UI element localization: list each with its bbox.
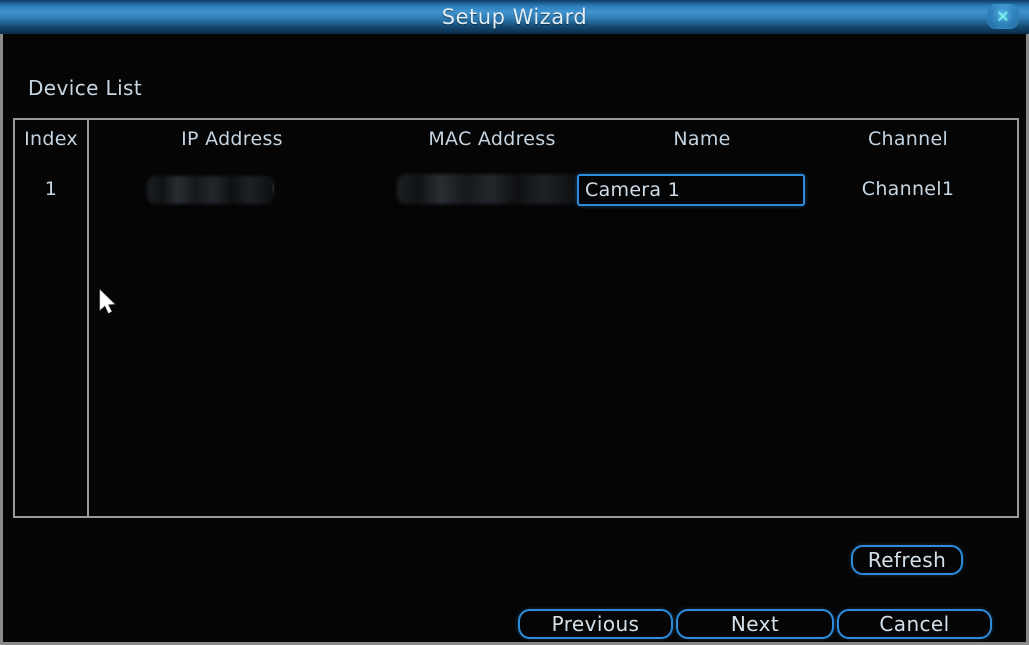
column-header-name: Name [673,128,731,150]
close-button[interactable]: ✕ [987,4,1019,29]
redaction-overlay-mac [397,174,579,204]
redaction-overlay-ip [147,176,275,204]
window-title: Setup Wizard [441,5,588,29]
title-bar: Setup Wizard ✕ [0,0,1029,34]
column-header-channel: Channel [867,128,949,150]
column-header-ip-address: IP Address [181,128,283,150]
section-title: Device List [28,76,143,100]
camera-name-input[interactable] [579,176,803,204]
camera-name-field-wrapper[interactable] [577,174,805,206]
device-list-table: Index IP Address MAC Address Name Channe… [13,118,1019,518]
cancel-button[interactable]: Cancel [837,609,992,639]
setup-wizard-window: Setup Wizard ✕ Device List Index IP Addr… [0,0,1029,645]
table-row-index: 1 [44,178,58,200]
close-icon: ✕ [996,7,1010,26]
column-header-index: Index [24,128,78,150]
table-row-channel: Channel1 [861,178,955,200]
refresh-button[interactable]: Refresh [851,545,963,575]
previous-button[interactable]: Previous [518,609,673,639]
next-button[interactable]: Next [676,609,834,639]
column-header-mac-address: MAC Address [428,128,556,150]
